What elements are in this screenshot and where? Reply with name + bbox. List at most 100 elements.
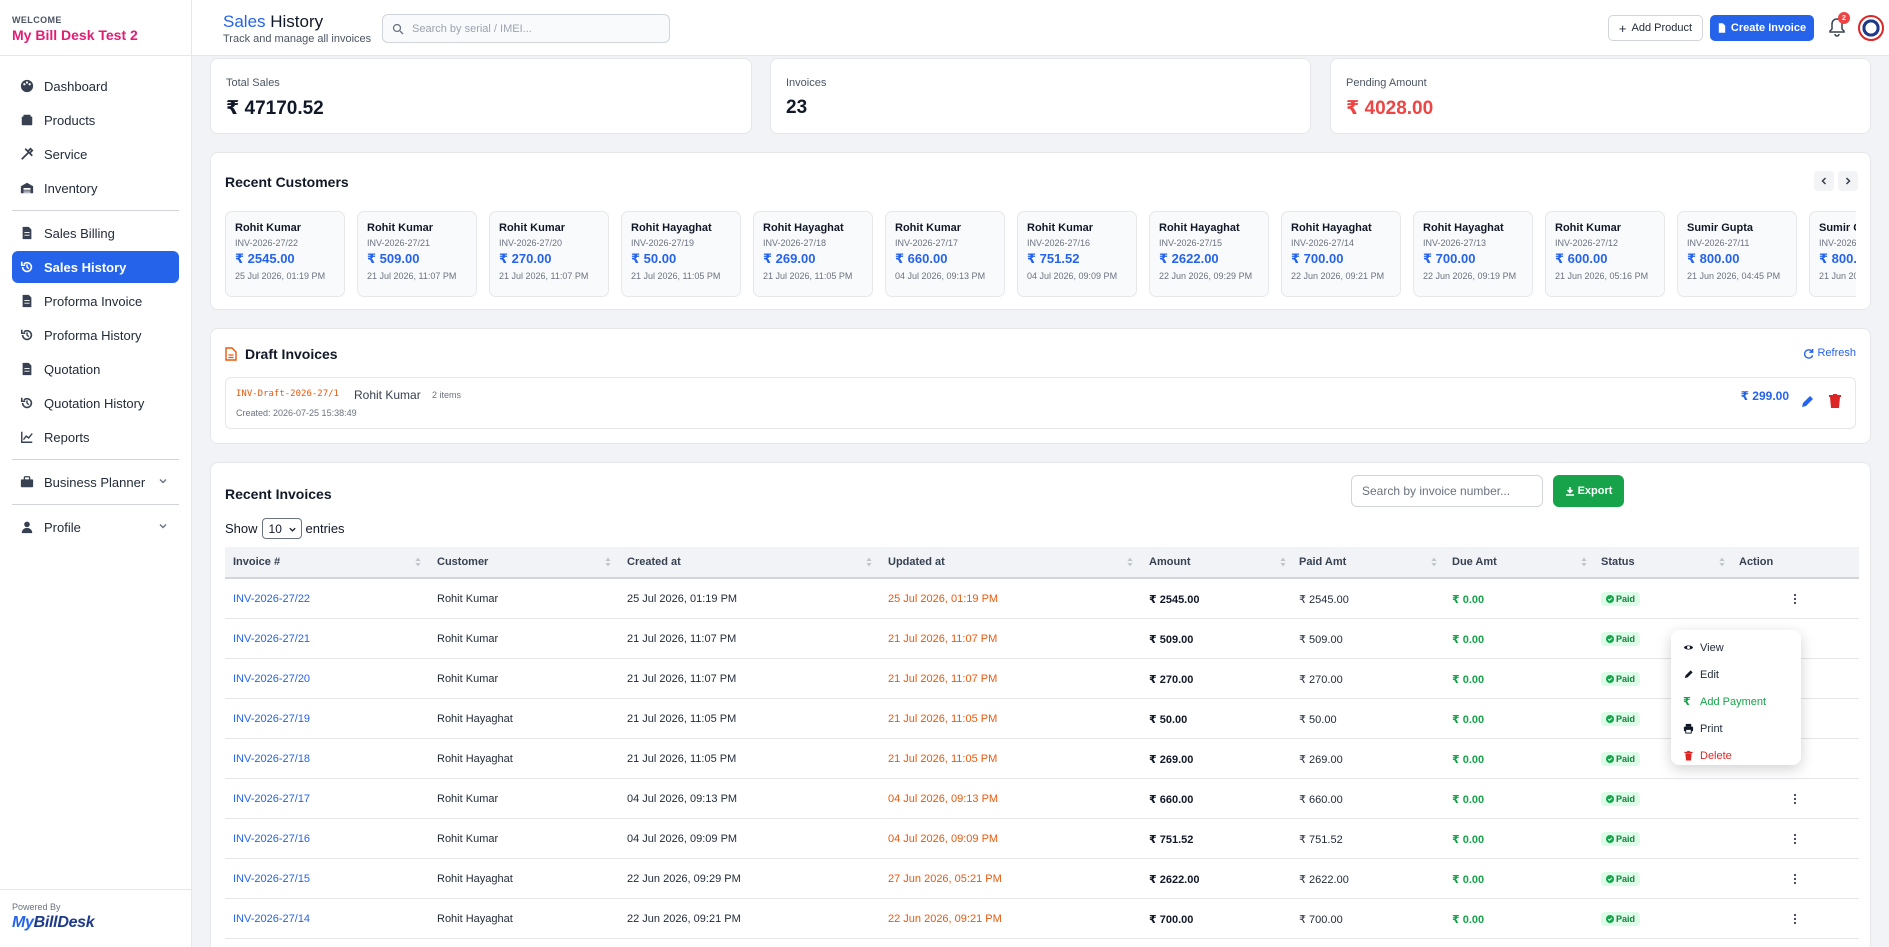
sidebar-item-profile[interactable]: Profile: [12, 511, 179, 543]
stat-total-sales: Total Sales ₹ 47170.52: [210, 58, 752, 134]
customer-amount: ₹ 269.00: [763, 251, 816, 266]
draft-amount: ₹ 299.00: [1740, 389, 1789, 403]
refresh-button[interactable]: Refresh: [1803, 347, 1856, 359]
updated-at: 27 Jun 2026, 05:21 PM: [888, 873, 1002, 885]
stat-label: Invoices: [786, 77, 827, 89]
kebab-menu-button[interactable]: [1793, 579, 1797, 619]
customer-date: 21 Jun 2026, 05:16 PM: [1555, 271, 1649, 281]
create-invoice-button[interactable]: Create Invoice: [1710, 15, 1814, 41]
due-amount: ₹ 0.00: [1452, 833, 1485, 846]
paid-amount: ₹ 50.00: [1299, 713, 1337, 726]
customer-card[interactable]: Sumir Gupta INV-2026-27/10 ₹ 800.00 21 Jun …: [1809, 211, 1856, 297]
avatar[interactable]: [1858, 15, 1884, 41]
updated-at: 22 Jun 2026, 09:21 PM: [888, 913, 1002, 925]
sidebar: WELCOME My Bill Desk Test 2 Dashboard Pr…: [0, 0, 192, 947]
invoice-number[interactable]: INV-2026-27/21: [233, 619, 310, 659]
customer-card[interactable]: Rohit Kumar INV-2026-27/12 ₹ 600.00 21 Jun …: [1545, 211, 1665, 297]
table-header: Invoice # Customer Created at Updated at Amo…: [225, 547, 1859, 579]
show-label: Show: [225, 521, 258, 536]
sidebar-item-proforma-invoice[interactable]: Proforma Invoice: [12, 285, 179, 317]
sidebar-item-inventory[interactable]: Inventory: [12, 172, 179, 204]
invoice-number[interactable]: INV-2026-27/17: [233, 779, 310, 819]
menu-item-delete[interactable]: Delete: [1671, 742, 1801, 769]
kebab-menu-button[interactable]: [1793, 899, 1797, 939]
updated-at: 21 Jul 2026, 11:05 PM: [888, 753, 998, 765]
sidebar-item-dashboard[interactable]: Dashboard: [12, 70, 179, 102]
sidebar-item-sales-billing[interactable]: Sales Billing: [12, 217, 179, 249]
customer-card[interactable]: Rohit Hayaghat INV-2026-27/15 ₹ 2622.00 22 …: [1149, 211, 1269, 297]
customer-name: Rohit Kumar: [437, 793, 499, 805]
column-header[interactable]: Created at: [627, 547, 681, 577]
invoice-number[interactable]: INV-2026-27/19: [233, 699, 310, 739]
add-product-button[interactable]: + Add Product: [1608, 15, 1703, 41]
kebab-menu-button[interactable]: [1793, 779, 1797, 819]
trash-icon[interactable]: [1827, 393, 1843, 409]
customer-card[interactable]: Rohit Kumar INV-2026-27/17 ₹ 660.00 04 Jul …: [885, 211, 1005, 297]
menu-item-add-payment[interactable]: ₹ Add Payment: [1671, 688, 1801, 715]
chevron-right-icon: [1845, 177, 1851, 185]
sidebar-item-business-planner[interactable]: Business Planner: [12, 466, 179, 498]
entries-value: 10: [268, 521, 282, 536]
column-header[interactable]: Paid Amt: [1299, 547, 1346, 577]
kebab-menu-button[interactable]: [1793, 859, 1797, 899]
customer-card[interactable]: Rohit Hayaghat INV-2026-27/14 ₹ 700.00 22 J…: [1281, 211, 1401, 297]
menu-item-edit[interactable]: Edit: [1671, 661, 1801, 688]
sidebar-item-quotation[interactable]: Quotation: [12, 353, 179, 385]
customer-name: Rohit Kumar: [437, 633, 499, 645]
column-header[interactable]: Updated at: [888, 547, 945, 577]
customer-amount: ₹ 660.00: [895, 251, 948, 266]
powered-by: Powered By MyBillDesk: [0, 889, 192, 947]
invoice-number[interactable]: INV-2026-27/16: [233, 819, 310, 859]
customer-name: Rohit Hayaghat: [437, 753, 513, 765]
customer-card[interactable]: Rohit Kumar INV-2026-27/21 ₹ 509.00 21 Jul …: [357, 211, 477, 297]
entries-select[interactable]: 10: [261, 518, 302, 539]
document-icon: [22, 362, 32, 376]
sidebar-item-proforma-history[interactable]: Proforma History: [12, 319, 179, 351]
prev-button[interactable]: [1814, 171, 1834, 191]
customer-amount: ₹ 800.00: [1819, 251, 1856, 266]
export-button[interactable]: Export: [1553, 475, 1624, 507]
customer-card[interactable]: Sumir Gupta INV-2026-27/11 ₹ 800.00 21 Jun …: [1677, 211, 1797, 297]
sidebar-item-reports[interactable]: Reports: [12, 421, 179, 453]
invoice-number[interactable]: INV-2026-27/20: [233, 659, 310, 699]
invoice-search-input[interactable]: Search by invoice number...: [1351, 475, 1543, 507]
kebab-menu-button[interactable]: [1793, 819, 1797, 859]
action-menu: View Edit ₹ Add Payment Print Delete: [1671, 630, 1801, 765]
invoice-number[interactable]: INV-2026-27/14: [233, 899, 310, 939]
customer-card[interactable]: Rohit Hayaghat INV-2026-27/18 ₹ 269.00 21 J…: [753, 211, 873, 297]
invoice-number[interactable]: INV-2026-27/15: [233, 859, 310, 899]
invoice-number[interactable]: INV-2026-27/18: [233, 739, 310, 779]
customer-invoice: INV-2026-27/17: [895, 238, 959, 248]
column-header[interactable]: Amount: [1149, 547, 1191, 577]
customer-card[interactable]: Rohit Kumar INV-2026-27/20 ₹ 270.00 21 Jul …: [489, 211, 609, 297]
menu-item-print[interactable]: Print: [1671, 715, 1801, 742]
customer-card[interactable]: Rohit Kumar INV-2026-27/22 ₹ 2545.00 25 Jul…: [225, 211, 345, 297]
customer-name: Sumir Gupta: [1819, 222, 1856, 234]
customer-card[interactable]: Rohit Hayaghat INV-2026-27/19 ₹ 50.00 21 Ju…: [621, 211, 741, 297]
column-header[interactable]: Due Amt: [1452, 547, 1497, 577]
sidebar-item-products[interactable]: Products: [12, 104, 179, 136]
customer-date: 21 Jul 2026, 11:07 PM: [367, 271, 457, 281]
pencil-icon[interactable]: [1799, 394, 1815, 410]
customer-amount: ₹ 800.00: [1687, 251, 1740, 266]
column-header[interactable]: Status: [1601, 547, 1635, 577]
customer-invoice: INV-2026-27/12: [1555, 238, 1619, 248]
column-header[interactable]: Customer: [437, 547, 488, 577]
chevron-down-icon: [159, 524, 167, 529]
paid-amount: ₹ 2545.00: [1299, 593, 1349, 606]
customer-name: Rohit Kumar: [437, 673, 499, 685]
menu-item-view[interactable]: View: [1671, 634, 1801, 661]
next-button[interactable]: [1838, 171, 1858, 191]
customer-card[interactable]: Rohit Hayaghat INV-2026-27/13 ₹ 700.00 22 J…: [1413, 211, 1533, 297]
draft-invoice-row[interactable]: INV-Draft-2026-27/1 Rohit Kumar 2 items …: [225, 377, 1856, 429]
column-header[interactable]: Invoice #: [233, 547, 280, 577]
draft-number: INV-Draft-2026-27/1: [236, 389, 339, 399]
customer-card[interactable]: Rohit Kumar INV-2026-27/16 ₹ 751.52 04 Jul …: [1017, 211, 1137, 297]
sidebar-item-service[interactable]: Service: [12, 138, 179, 170]
amount: ₹ 660.00: [1149, 793, 1194, 806]
sidebar-item-quotation-history[interactable]: Quotation History: [12, 387, 179, 419]
invoice-number[interactable]: INV-2026-27/22: [233, 579, 310, 619]
customer-amount: ₹ 700.00: [1291, 251, 1344, 266]
sidebar-item-sales-history[interactable]: Sales History: [12, 251, 179, 283]
serial-search-input[interactable]: Search by serial / IMEI...: [382, 14, 670, 43]
